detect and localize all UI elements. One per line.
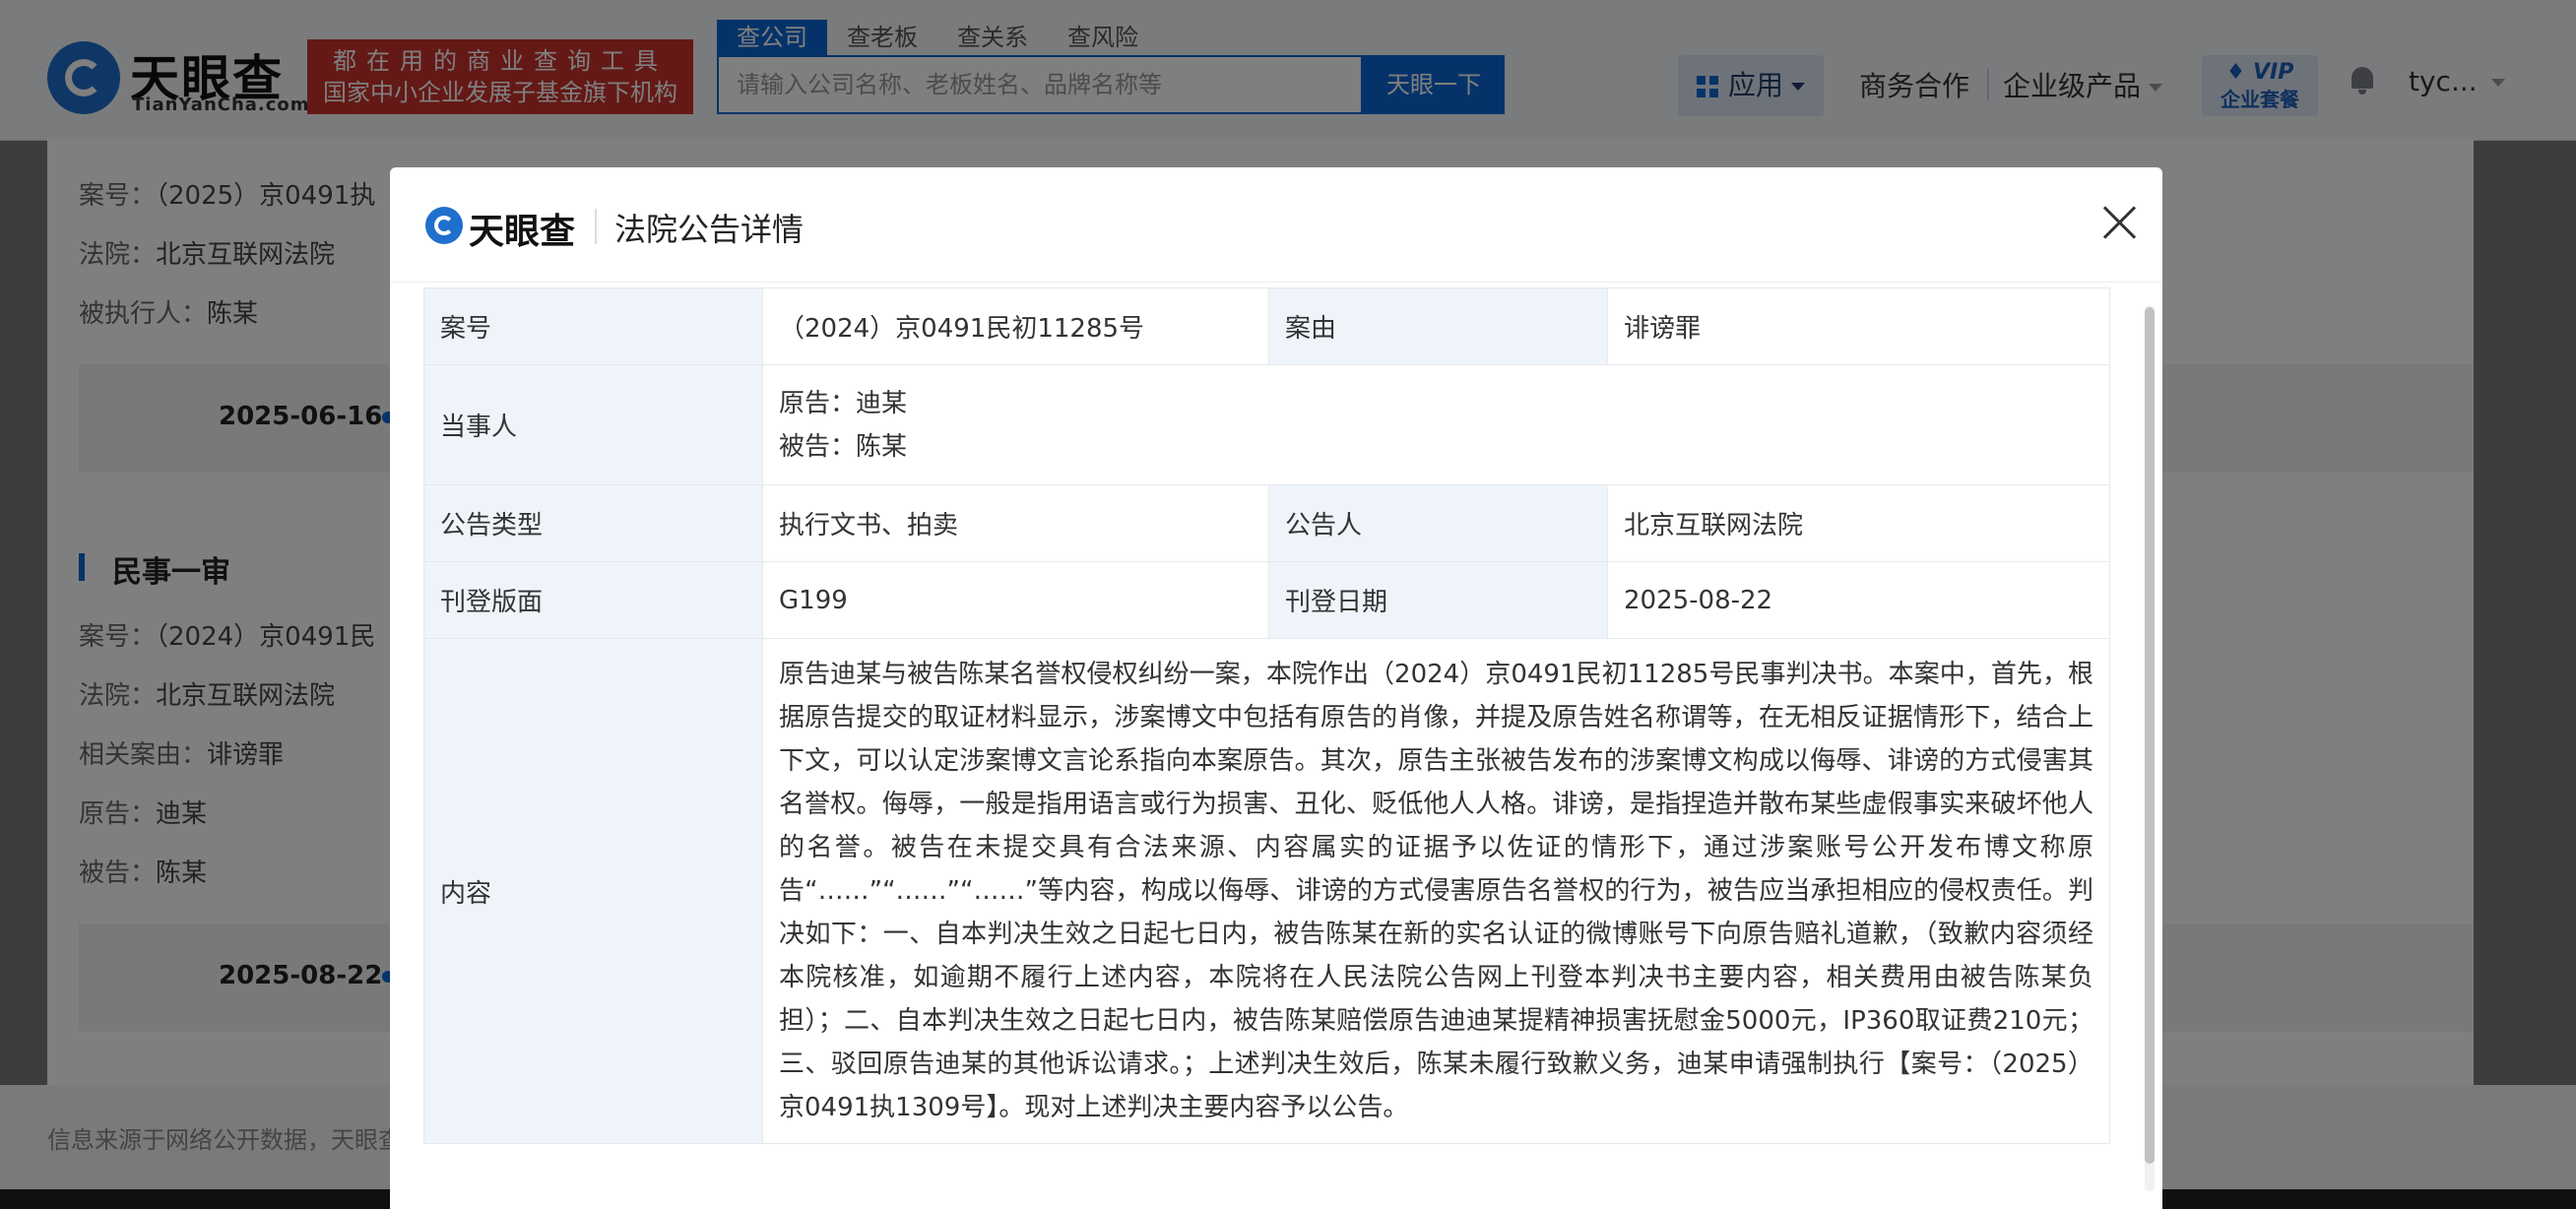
date-value: 2025-08-22 <box>1607 561 2110 639</box>
table-row: 当事人 原告：迪某 被告：陈某 <box>423 364 2110 485</box>
content-cell: 原告迪某与被告陈某名誉权侵权纠纷一案，本院作出（2024）京0491民初1128… <box>762 638 2110 1144</box>
page-value: G199 <box>762 561 1269 639</box>
header-divider <box>595 209 597 244</box>
parties-value: 原告：迪某 被告：陈某 <box>762 364 2110 485</box>
date-label: 刊登日期 <box>1268 561 1608 639</box>
close-icon[interactable] <box>2099 203 2139 242</box>
dialog-title: 法院公告详情 <box>614 211 805 248</box>
content-label: 内容 <box>423 638 763 1144</box>
case-no-label: 案号 <box>423 287 763 365</box>
announcement-detail-table: 案号 （2024）京0491民初11285号 案由 诽谤罪 当事人 原告：迪某 … <box>423 287 2110 1144</box>
announcer-value: 北京互联网法院 <box>1607 484 2110 562</box>
logo-icon <box>425 207 463 244</box>
cause-value: 诽谤罪 <box>1607 287 2110 365</box>
type-label: 公告类型 <box>423 484 763 562</box>
dialog-logo-name: 天眼查 <box>469 212 576 252</box>
table-row: 刊登版面 G199 刊登日期 2025-08-22 <box>423 561 2110 639</box>
dialog-header: 天眼查 法院公告详情 <box>390 167 2162 283</box>
scrollbar-thumb[interactable] <box>2145 307 2155 1164</box>
announcer-label: 公告人 <box>1268 484 1608 562</box>
table-row: 案号 （2024）京0491民初11285号 案由 诽谤罪 <box>423 287 2110 365</box>
defendant-value: 被告：陈某 <box>779 431 908 462</box>
court-announcement-dialog: 天眼查 法院公告详情 案号 （2024）京0491民初11285号 案由 诽谤罪… <box>390 167 2162 1209</box>
cause-label: 案由 <box>1268 287 1608 365</box>
plaintiff-value: 原告：迪某 <box>779 388 908 418</box>
content-value: 原告迪某与被告陈某名誉权侵权纠纷一案，本院作出（2024）京0491民初1128… <box>779 660 2093 1122</box>
table-row: 内容 原告迪某与被告陈某名誉权侵权纠纷一案，本院作出（2024）京0491民初1… <box>423 638 2110 1144</box>
parties-label: 当事人 <box>423 364 763 485</box>
page-label: 刊登版面 <box>423 561 763 639</box>
type-value: 执行文书、拍卖 <box>762 484 1269 562</box>
dialog-body: 案号 （2024）京0491民初11285号 案由 诽谤罪 当事人 原告：迪某 … <box>390 282 2162 1209</box>
case-no-value: （2024）京0491民初11285号 <box>762 287 1269 365</box>
table-row: 公告类型 执行文书、拍卖 公告人 北京互联网法院 <box>423 484 2110 562</box>
